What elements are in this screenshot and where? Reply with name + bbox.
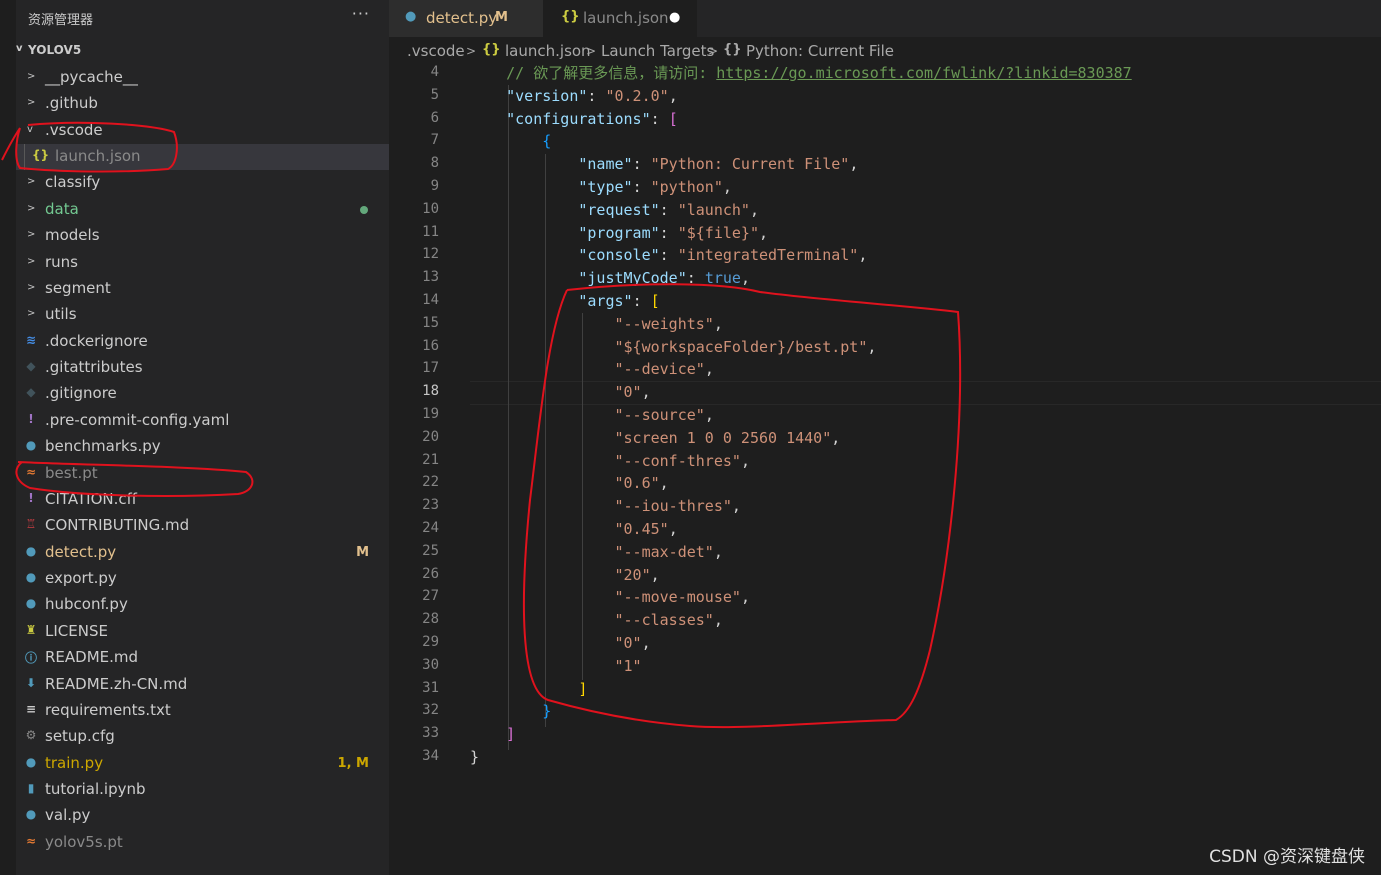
annotation-circle-args [522,283,962,729]
annotation-circle-best-pt [15,461,254,497]
annotation-circle-vscode [1,121,178,173]
annotation-layer [1,121,962,729]
